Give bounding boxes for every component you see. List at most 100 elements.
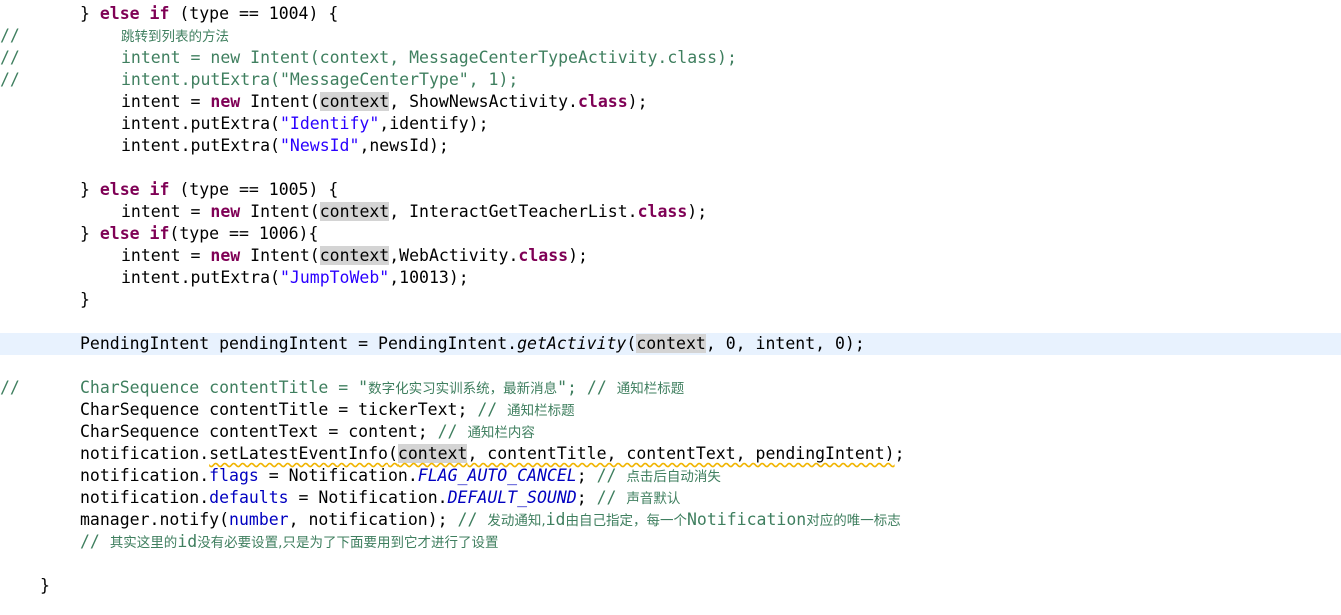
code-line[interactable]: // intent = new Intent(context, MessageCe… bbox=[0, 47, 1341, 69]
code-line[interactable] bbox=[0, 553, 1341, 575]
code-line[interactable]: CharSequence contentTitle = tickerText; … bbox=[0, 399, 1341, 421]
code-line[interactable]: intent = new Intent(context, InteractGet… bbox=[0, 201, 1341, 223]
code-token: = Notification. bbox=[258, 466, 418, 485]
code-text: PendingIntent pendingIntent = PendingInt… bbox=[80, 333, 865, 355]
code-token: intent.putExtra( bbox=[121, 136, 280, 155]
code-line[interactable]: manager.notify(number, notification); //… bbox=[0, 509, 1341, 531]
code-token: CharSequence contentText = content; bbox=[80, 422, 438, 441]
code-token: context bbox=[319, 246, 390, 265]
code-line[interactable]: } else if(type == 1006){ bbox=[0, 223, 1341, 245]
code-token: 通知栏标题 bbox=[616, 381, 685, 397]
code-token: PendingIntent pendingIntent = PendingInt… bbox=[80, 334, 518, 353]
code-text: } bbox=[40, 575, 50, 597]
code-token: id bbox=[177, 532, 198, 551]
code-line[interactable] bbox=[0, 355, 1341, 377]
code-text: } else if (type == 1004) { bbox=[80, 3, 338, 25]
code-token: , contentTitle, contentText, pendingInte… bbox=[467, 444, 895, 463]
code-token: // bbox=[80, 532, 110, 551]
code-line[interactable]: notification.defaults = Notification.DEF… bbox=[0, 487, 1341, 509]
code-token: 发动通知, bbox=[487, 513, 546, 529]
code-token: 跳转到列表的方法 bbox=[121, 29, 229, 45]
code-token: = Notification. bbox=[288, 488, 448, 507]
code-token: // bbox=[477, 400, 508, 419]
code-token: ,identify); bbox=[379, 114, 489, 133]
code-token: 声音默认 bbox=[626, 491, 681, 507]
code-token: context bbox=[319, 202, 390, 221]
code-line[interactable]: intent.putExtra("NewsId",newsId); bbox=[0, 135, 1341, 157]
code-line[interactable]: } else if (type == 1005) { bbox=[0, 179, 1341, 201]
code-token: 其实这里的 bbox=[109, 535, 178, 551]
code-text: notification.flags = Notification.FLAG_A… bbox=[80, 465, 721, 488]
code-token: Intent( bbox=[240, 246, 320, 265]
code-line[interactable]: } else if (type == 1004) { bbox=[0, 3, 1341, 25]
code-line[interactable]: intent = new Intent(context, ShowNewsAct… bbox=[0, 91, 1341, 113]
code-line[interactable]: } bbox=[0, 289, 1341, 311]
code-text: intent = new Intent(context, InteractGet… bbox=[121, 201, 707, 223]
code-token: } bbox=[80, 180, 100, 199]
code-line[interactable]: notification.flags = Notification.FLAG_A… bbox=[0, 465, 1341, 487]
code-text: } else if (type == 1005) { bbox=[80, 179, 338, 201]
code-text: intent.putExtra("NewsId",newsId); bbox=[121, 135, 449, 157]
code-token: (type == 1006){ bbox=[169, 224, 319, 243]
code-text: intent = new Intent(context, ShowNewsAct… bbox=[121, 91, 648, 113]
code-line-current[interactable]: PendingIntent pendingIntent = PendingInt… bbox=[0, 333, 1341, 355]
code-token: , 0, intent, 0); bbox=[705, 334, 865, 353]
code-token: Intent( bbox=[240, 92, 320, 111]
code-token: notification. bbox=[80, 444, 210, 463]
code-token: new bbox=[210, 246, 241, 265]
line-comment-marker: // bbox=[0, 48, 20, 67]
code-text: intent = new Intent(context, MessageCent… bbox=[121, 47, 737, 69]
code-token: new bbox=[210, 202, 241, 221]
code-token: class bbox=[518, 246, 569, 265]
code-line[interactable]: notification.setLatestEventInfo(context,… bbox=[0, 443, 1341, 465]
code-token: 由自己指定，每一个 bbox=[565, 513, 688, 529]
code-token: ontext bbox=[646, 334, 706, 353]
code-token: DEFAULT_SOUND bbox=[447, 488, 577, 507]
code-line[interactable]: // intent.putExtra("MessageCenterType", 1… bbox=[0, 69, 1341, 91]
code-token: "; // bbox=[557, 378, 617, 397]
code-line[interactable]: CharSequence contentText = content; // 通… bbox=[0, 421, 1341, 443]
code-token: ( bbox=[387, 444, 398, 463]
code-token: 通知栏标题 bbox=[507, 403, 575, 419]
code-line[interactable]: intent = new Intent(context,WebActivity.… bbox=[0, 245, 1341, 267]
code-token: 数字化实习实训系统，最新消息 bbox=[368, 381, 558, 397]
code-token: // bbox=[437, 422, 468, 441]
code-token: Notification bbox=[687, 510, 807, 529]
code-token: } bbox=[40, 576, 50, 595]
code-line[interactable]: // CharSequence contentTitle = "数字化实习实训系统… bbox=[0, 377, 1341, 399]
code-text: CharSequence contentText = content; // 通… bbox=[80, 421, 535, 444]
code-token: 没有必要设置,只是为了下面要用到它才进行了设置 bbox=[197, 535, 499, 551]
line-comment-marker: // bbox=[0, 70, 20, 89]
code-text: notification.setLatestEventInfo(context,… bbox=[80, 443, 905, 465]
code-line[interactable]: // 其实这里的id没有必要设置,只是为了下面要用到它才进行了设置 bbox=[0, 531, 1341, 553]
code-token: "Identify" bbox=[279, 114, 380, 133]
code-editor[interactable]: } else if (type == 1004) {// 跳转到列表的方法 // in… bbox=[0, 3, 1341, 597]
code-token: ); bbox=[568, 246, 588, 265]
code-token: class bbox=[578, 92, 628, 111]
code-token: ); bbox=[687, 202, 708, 221]
code-token: // bbox=[457, 510, 488, 529]
code-token: intent = bbox=[121, 246, 211, 265]
code-line[interactable] bbox=[0, 157, 1341, 179]
code-token: intent.putExtra( bbox=[121, 268, 280, 287]
code-line[interactable]: intent.putExtra("JumpToWeb",10013); bbox=[0, 267, 1341, 289]
code-token: intent = bbox=[121, 92, 211, 111]
code-token: , notification); bbox=[288, 510, 458, 529]
code-text: manager.notify(number, notification); //… bbox=[80, 509, 901, 532]
code-token: defaults bbox=[209, 488, 289, 507]
code-token: "NewsId" bbox=[279, 136, 360, 155]
code-line[interactable]: // 跳转到列表的方法 bbox=[0, 25, 1341, 47]
code-line[interactable]: intent.putExtra("Identify",identify); bbox=[0, 113, 1341, 135]
code-token: ,10013); bbox=[389, 268, 469, 287]
code-token: manager.notify( bbox=[80, 510, 230, 529]
code-text: } else if(type == 1006){ bbox=[80, 223, 318, 245]
code-token: else if bbox=[99, 224, 170, 243]
code-line[interactable] bbox=[0, 311, 1341, 333]
code-token: ,newsId); bbox=[359, 136, 449, 155]
code-line[interactable]: } bbox=[0, 575, 1341, 597]
line-comment-marker: // bbox=[0, 26, 20, 45]
code-token: } bbox=[80, 224, 100, 243]
code-token: notification. bbox=[80, 466, 210, 485]
code-text: } bbox=[80, 289, 90, 311]
code-token: intent = bbox=[121, 202, 211, 221]
